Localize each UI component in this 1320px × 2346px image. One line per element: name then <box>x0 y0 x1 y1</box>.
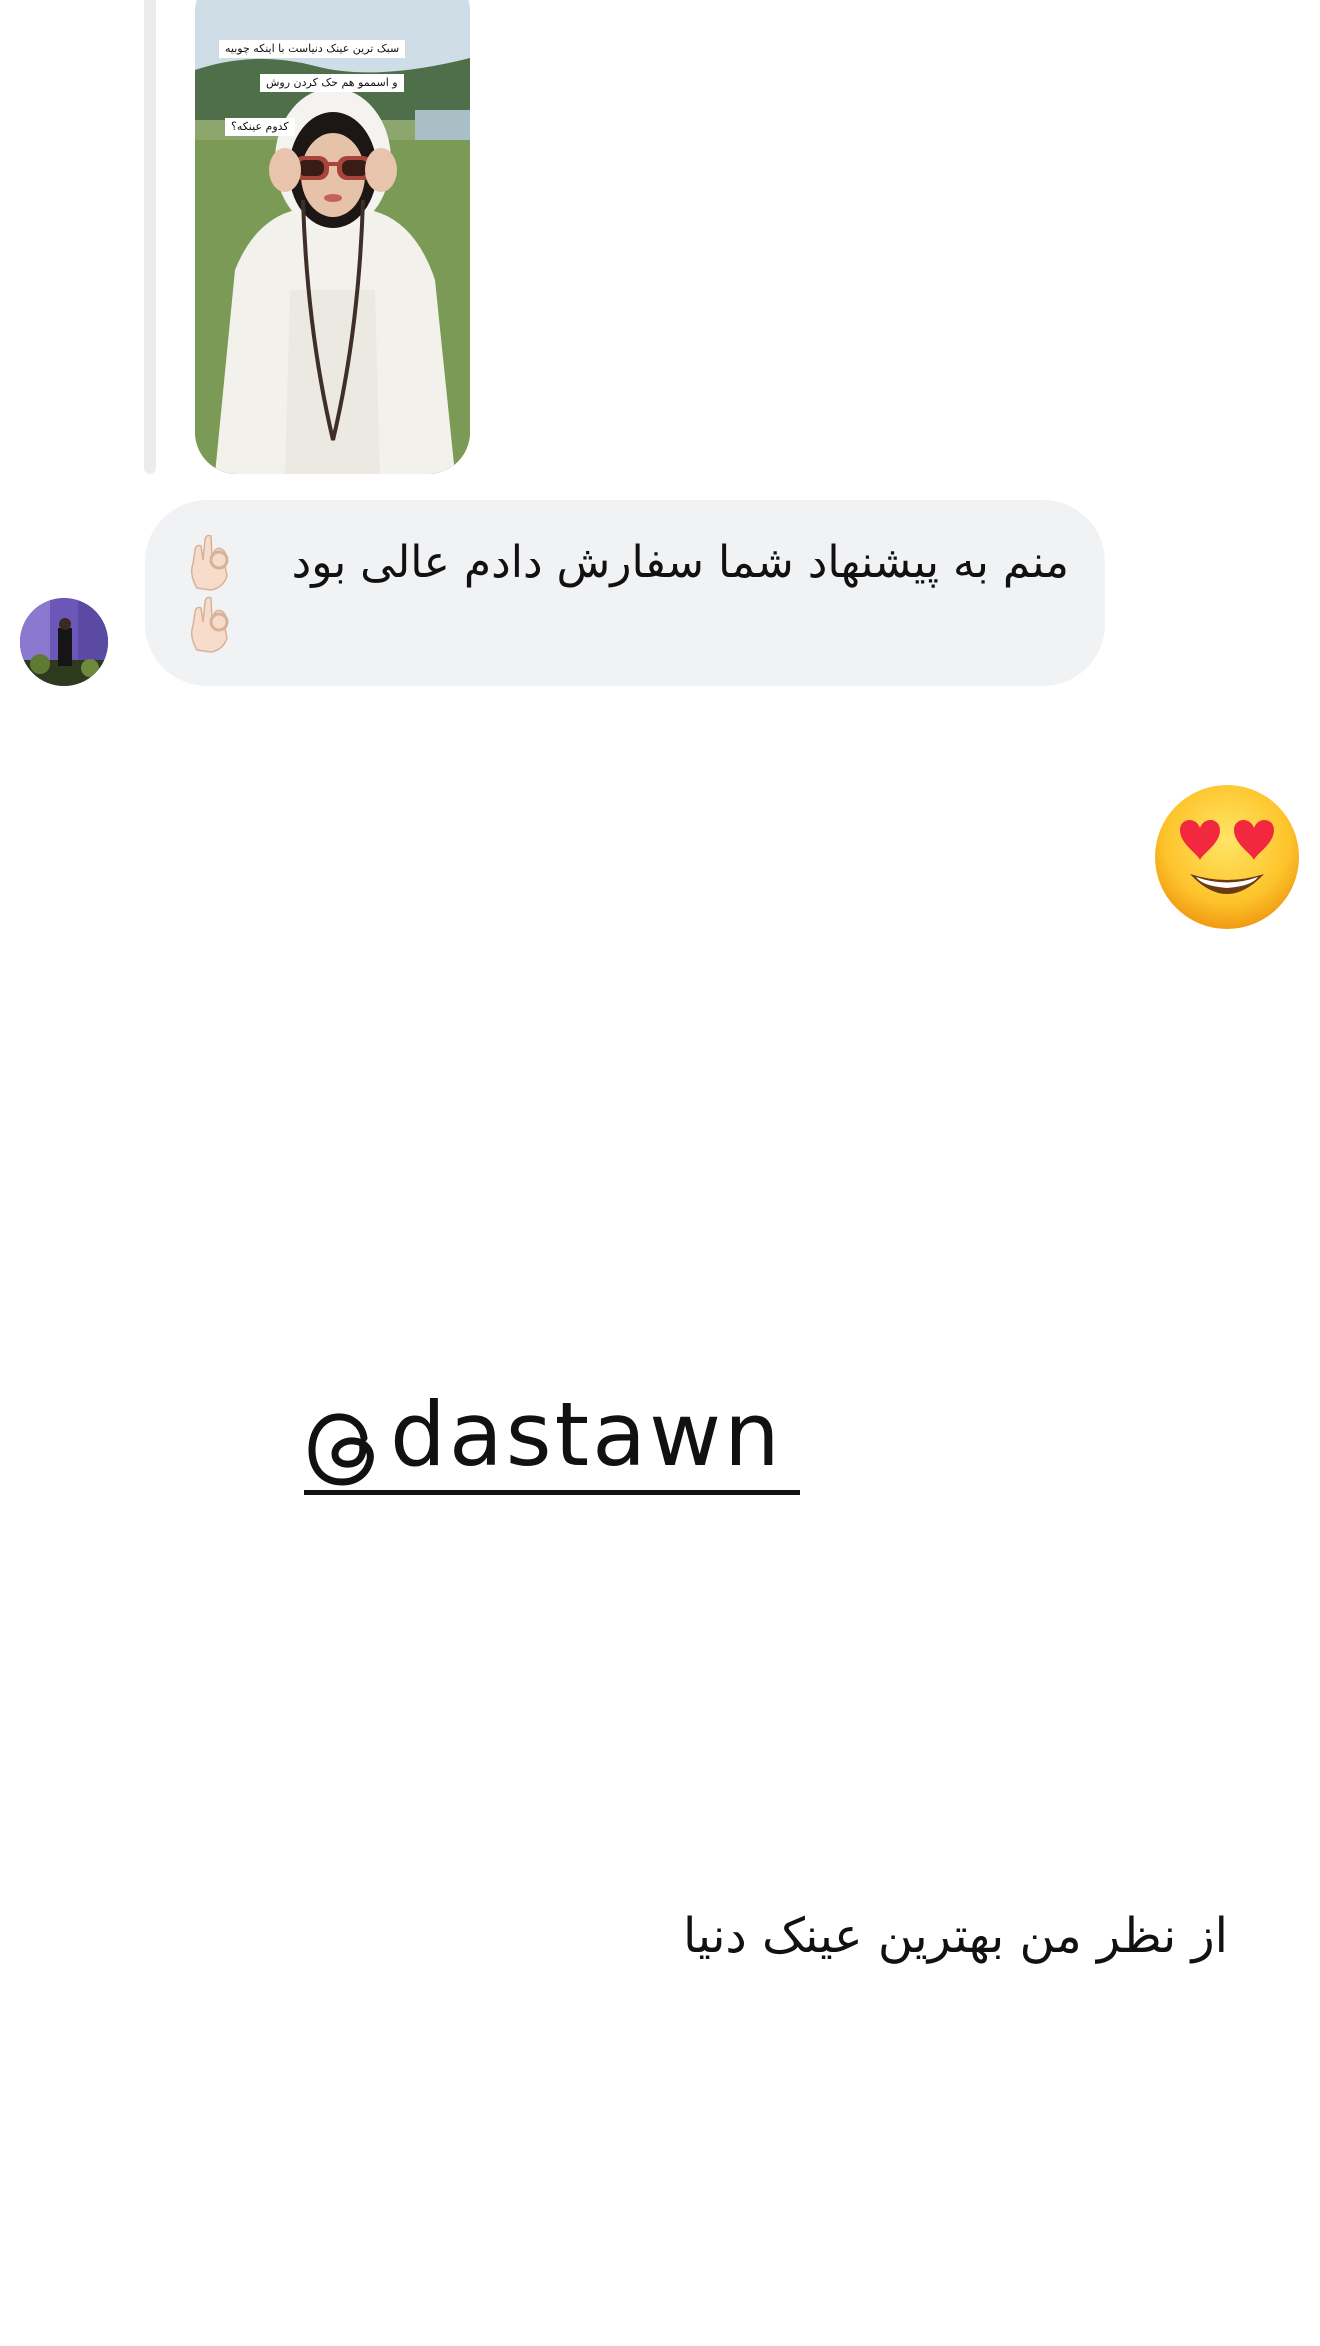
message-bubble[interactable]: منم به پیشنهاد شما سفارش دادم عالی بود <box>145 500 1105 686</box>
story-preview-thumbnail[interactable]: سبک ترین عینک دنیاست با اینکه چوبیه و اس… <box>195 0 470 474</box>
ok-hand-icon <box>190 534 229 591</box>
threads-handle-text: dastawn <box>390 1383 783 1486</box>
story-photo <box>195 0 470 474</box>
handle-underline <box>304 1490 800 1495</box>
story-caption: و اسممو هم حک کردن روش <box>260 74 404 92</box>
reply-indicator-bar <box>144 0 156 474</box>
threads-handle-link[interactable]: dastawn <box>304 1383 800 1498</box>
ok-hand-icon <box>190 596 229 653</box>
story-caption: کدوم عینکه؟ <box>225 118 295 136</box>
story-caption: سبک ترین عینک دنیاست با اینکه چوبیه <box>219 40 406 58</box>
message-text: منم به پیشنهاد شما سفارش دادم عالی بود <box>291 537 1069 588</box>
avatar-photo <box>20 598 108 686</box>
avatar[interactable] <box>20 598 108 686</box>
story-text-overlay: از نظر من بهترین عینک دنیا <box>682 1908 1228 1964</box>
heart-eyes-emoji-icon <box>1155 785 1299 929</box>
threads-icon <box>308 1413 374 1486</box>
